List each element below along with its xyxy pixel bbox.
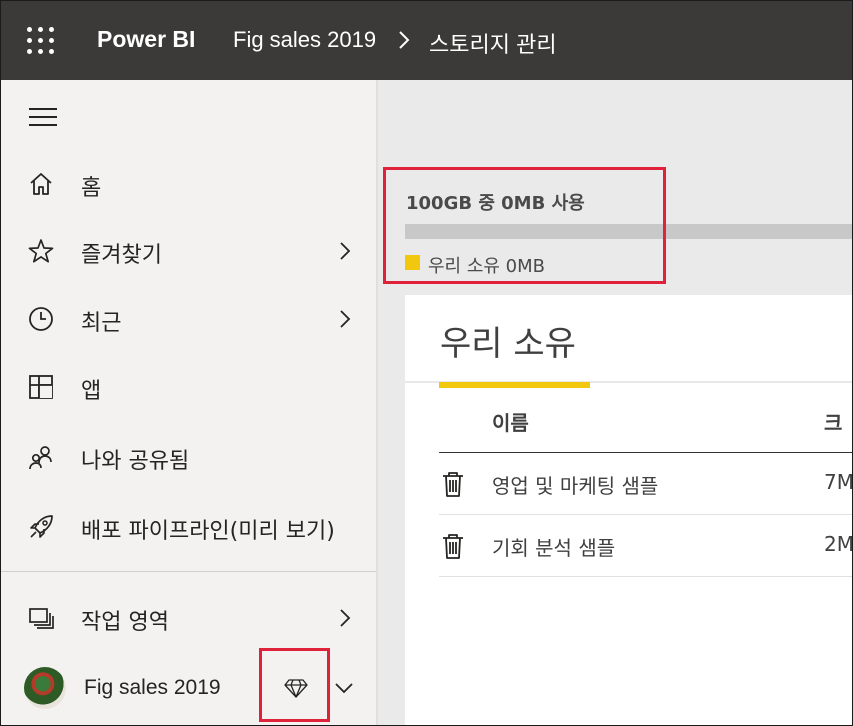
table-row: 기회 분석 샘플 2M — [439, 515, 853, 577]
nav-item-label: 앱 — [81, 379, 102, 404]
nav-item-favorites[interactable]: 즐겨찾기 — [0, 226, 378, 276]
nav-item-workspaces[interactable]: 작업 영역 — [0, 593, 378, 643]
dataset-name[interactable]: 기회 분석 샘플 — [492, 532, 615, 561]
star-icon — [28, 239, 54, 263]
app-launcher-icon[interactable] — [27, 27, 54, 54]
diamond-highlight-box — [259, 648, 330, 722]
sidebar-divider — [0, 571, 376, 572]
storage-highlight-box — [383, 167, 666, 284]
top-bar: Power BI Fig sales 2019 스토리지 관리 — [0, 0, 853, 80]
nav-item-label: 최근 — [81, 311, 122, 336]
chevron-right-icon[interactable] — [337, 308, 353, 330]
nav-item-label: 작업 영역 — [81, 610, 169, 635]
chevron-right-icon[interactable] — [337, 607, 353, 629]
chevron-down-icon[interactable] — [333, 680, 355, 696]
breadcrumb-workspace[interactable]: Fig sales 2019 — [233, 27, 376, 53]
chevron-right-icon[interactable] — [337, 240, 353, 262]
column-header-size[interactable]: 크 — [824, 407, 842, 436]
nav-item-label: 배포 파이프라인(미리 보기) — [81, 519, 335, 544]
home-icon — [30, 173, 52, 195]
workspace-name[interactable]: Fig sales 2019 — [84, 676, 221, 700]
nav-item-home[interactable]: 홈 — [0, 159, 378, 209]
dataset-size: 2M — [824, 532, 853, 556]
nav-item-label: 홈 — [81, 176, 102, 201]
breadcrumb-current-page: 스토리지 관리 — [429, 32, 557, 57]
brand-title[interactable]: Power BI — [97, 26, 195, 53]
tab-owned-by-us[interactable]: 우리 소유 — [440, 316, 576, 365]
nav-item-deployment-pipelines[interactable]: 배포 파이프라인(미리 보기) — [0, 502, 378, 552]
trash-icon[interactable] — [441, 532, 465, 560]
nav-item-shared-with-me[interactable]: 나와 공유됨 — [0, 432, 378, 482]
dataset-name[interactable]: 영업 및 마케팅 샘플 — [492, 470, 658, 499]
nav-item-label: 나와 공유됨 — [81, 449, 190, 474]
tab-selected-indicator — [439, 382, 590, 388]
rocket-icon — [30, 515, 53, 538]
apps-icon — [29, 375, 53, 399]
clock-icon — [29, 307, 53, 331]
table-row: 영업 및 마케팅 샘플 7M — [439, 453, 853, 515]
column-header-name[interactable]: 이름 — [492, 407, 529, 436]
workspace-avatar[interactable] — [24, 667, 66, 709]
trash-icon[interactable] — [441, 470, 465, 498]
nav-item-recent[interactable]: 최근 — [0, 294, 378, 344]
breadcrumb-chevron-icon — [399, 31, 410, 49]
shared-people-icon — [29, 446, 52, 470]
nav-item-label: 즐겨찾기 — [81, 243, 162, 268]
dataset-size: 7M — [824, 470, 853, 494]
hamburger-menu-icon[interactable] — [29, 108, 57, 126]
nav-item-apps[interactable]: 앱 — [0, 362, 378, 412]
workspaces-icon — [29, 608, 54, 629]
